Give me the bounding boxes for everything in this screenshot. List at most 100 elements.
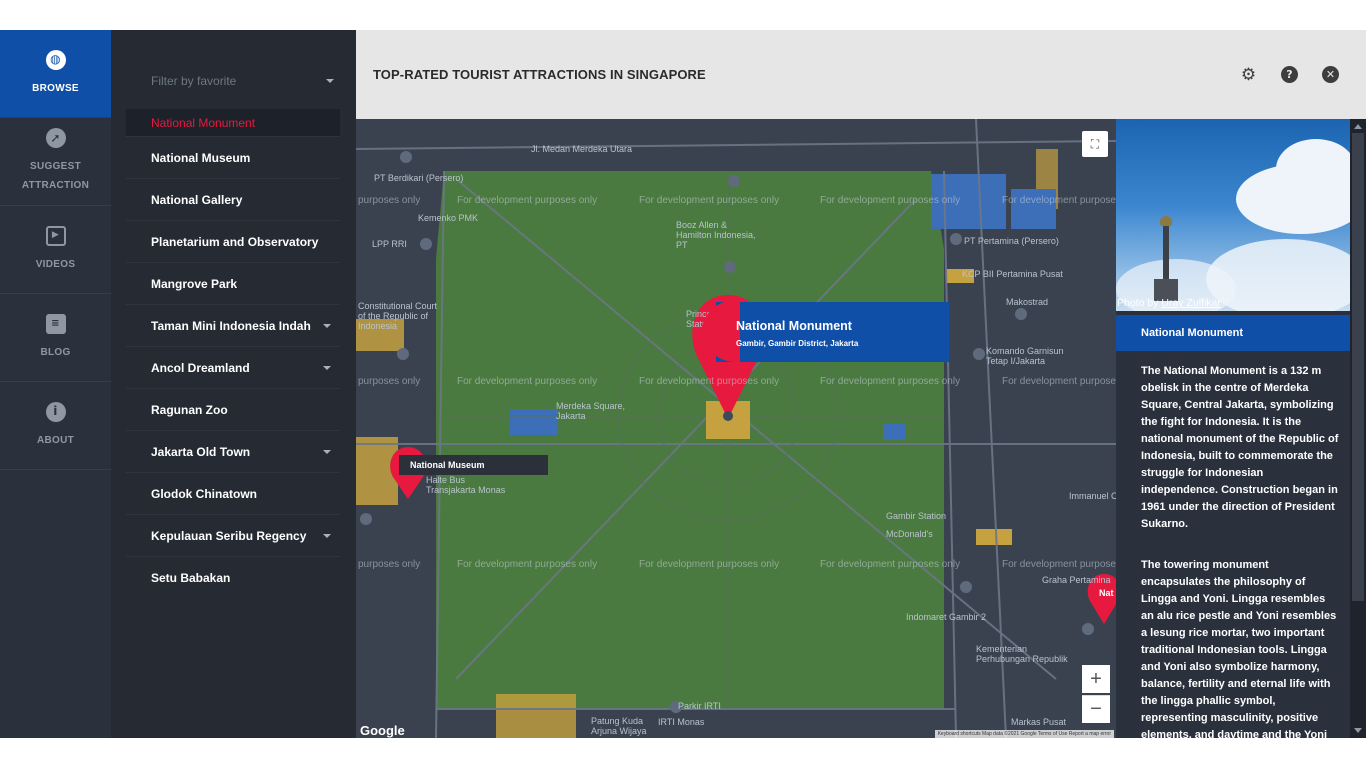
map-label: Constitutional Court of the Republic of … (358, 301, 438, 331)
gear-icon[interactable]: ⚙ (1240, 65, 1257, 85)
map-label: Immanuel C (1069, 491, 1116, 501)
map-watermark: For development purposes only (1002, 376, 1116, 387)
map-label: Halte Bus Transjakarta Monas (426, 475, 506, 495)
nav-suggest-label: SUGGEST ATTRACTION (21, 161, 90, 191)
detail-title: National Monument (1116, 315, 1350, 351)
map-label: Kemenko PMK (418, 213, 479, 223)
map-label: Merdeka Square, Jakarta (556, 401, 626, 421)
google-logo: Google (360, 723, 405, 738)
map-label: LPP RRI (372, 239, 407, 249)
nav-browse[interactable]: ◍ BROWSE (0, 30, 111, 118)
zoom-out-button[interactable]: − (1082, 695, 1110, 723)
list-item-label: Planetarium and Observatory (151, 234, 319, 249)
info-icon: i (45, 401, 66, 422)
map-watermark: purposes only (358, 195, 421, 206)
comment-icon: ≡ (45, 313, 66, 334)
nav-about-label: ABOUT (36, 434, 75, 446)
list-item-label: National Museum (151, 150, 251, 165)
list-item-planetarium[interactable]: Planetarium and Observatory (126, 221, 340, 263)
detail-paragraph-2: The towering monument encapsulates the p… (1141, 559, 1337, 738)
filter-placeholder: Filter by favorite (151, 74, 237, 88)
list-item-national-museum[interactable]: National Museum (126, 137, 340, 179)
list-item-label: Ancol Dreamland (151, 360, 250, 375)
photo-credit-prefix: Photo by (1117, 297, 1162, 309)
scroll-down-icon[interactable] (1354, 728, 1362, 733)
chevron-down-icon (326, 79, 334, 83)
list-item-setu-babakan[interactable]: Setu Babakan (126, 557, 340, 599)
list-item-mangrove-park[interactable]: Mangrove Park (126, 263, 340, 305)
list-item-label: Glodok Chinatown (151, 486, 257, 501)
nav-suggest-attraction[interactable]: ➚ SUGGEST ATTRACTION (0, 118, 111, 206)
scroll-thumb[interactable] (1352, 133, 1364, 601)
photo-credit-link[interactable]: Uray Zulfikar (1161, 297, 1221, 309)
map-label: Makostrad (1006, 297, 1049, 307)
list-item-label: Ragunan Zoo (151, 402, 228, 417)
map-label: Komando Garnisun Tetap I/Jakarta (986, 346, 1064, 366)
list-item-label: Mangrove Park (151, 276, 238, 291)
map-watermark: For development purposes only (457, 376, 598, 387)
detail-paragraph-1: The National Monument is a 132 m obelisk… (1141, 365, 1339, 530)
map-label: IRTI Monas (658, 717, 705, 727)
filter-dropdown[interactable]: Filter by favorite (111, 30, 356, 108)
list-item-glodok-chinatown[interactable]: Glodok Chinatown (126, 473, 340, 515)
photo-credit: Photo by Uray Zulfikar (1116, 297, 1221, 313)
map-watermark: For development purposes only (820, 376, 961, 387)
chevron-down-icon[interactable] (323, 449, 331, 454)
chevron-down-icon[interactable] (323, 533, 331, 538)
map-marker-label-edge[interactable]: Nat (1099, 588, 1114, 598)
list-item-label: Taman Mini Indonesia Indah (151, 318, 311, 333)
popup-title: National Monument (736, 319, 852, 333)
map-label: Gambir Station (886, 511, 947, 521)
map-attribution[interactable]: Keyboard shortcuts Map data ©2021 Google… (934, 730, 1114, 738)
map-watermark: For development purposes only (820, 559, 961, 570)
chevron-down-icon[interactable] (323, 365, 331, 370)
map-label: Markas Pusat (1011, 717, 1067, 727)
map-label: McDonald's (886, 529, 933, 539)
map-label: KCP BII Pertamina Pusat (962, 269, 1063, 279)
list-item-label: National Gallery (151, 192, 243, 207)
nav-blog[interactable]: ≡ BLOG (0, 294, 111, 382)
map-watermark: For development purposes only (639, 376, 780, 387)
help-icon[interactable]: ? (1281, 66, 1298, 83)
popup-subtitle: Gambir, Gambir District, Jakarta (736, 339, 859, 348)
list-item-taman-mini[interactable]: Taman Mini Indonesia Indah (126, 305, 340, 347)
chevron-down-icon[interactable] (323, 323, 331, 328)
attractions-list: Filter by favorite National Monument Nat… (111, 30, 356, 738)
map-label: Jl. Medan Merdeka Utara (531, 144, 633, 154)
map-watermark: For development purposes only (1002, 195, 1116, 206)
map-label: Graha Pertamina (1042, 575, 1111, 585)
list-item-national-gallery[interactable]: National Gallery (126, 179, 340, 221)
list-item-ancol-dreamland[interactable]: Ancol Dreamland (126, 347, 340, 389)
zoom-in-button[interactable]: + (1082, 665, 1110, 693)
fullscreen-button[interactable]: ⛶ (1082, 131, 1108, 157)
detail-scrollbar[interactable] (1350, 119, 1366, 738)
list-item-jakarta-old-town[interactable]: Jakarta Old Town (126, 431, 340, 473)
list-item-kepulauan-seribu[interactable]: Kepulauan Seribu Regency (126, 515, 340, 557)
map-label: PT Berdikari (Persero) (374, 173, 464, 183)
map-watermark: For development purposes only (639, 559, 780, 570)
list-item-label: National Monument (151, 115, 256, 130)
nav-browse-label: BROWSE (32, 82, 79, 94)
map-label: Kementerian Perhubungan Republik (976, 644, 1068, 664)
map-view[interactable]: purposes only For development purposes o… (356, 119, 1116, 738)
list-item-label: Setu Babakan (151, 571, 231, 585)
page-header: TOP-RATED TOURIST ATTRACTIONS IN SINGAPO… (356, 30, 1366, 119)
scroll-up-icon[interactable] (1354, 124, 1362, 129)
nav-about[interactable]: i ABOUT (0, 382, 111, 470)
map-watermark: For development purposes only (820, 195, 961, 206)
monument-flame (1160, 216, 1172, 226)
close-icon[interactable]: ✕ (1322, 66, 1339, 83)
nav-blog-label: BLOG (40, 346, 71, 358)
list-item-national-monument[interactable]: National Monument (126, 109, 340, 137)
list-item-ragunan-zoo[interactable]: Ragunan Zoo (126, 389, 340, 431)
map-label: PT Pertamina (Persero) (964, 236, 1059, 246)
map-watermark: For development purposes only (1002, 559, 1116, 570)
nav-videos-label: VIDEOS (35, 258, 76, 270)
map-label: Patung Kuda Arjuna Wijaya (591, 716, 647, 736)
attraction-photo (1116, 119, 1350, 311)
map-watermark: For development purposes only (457, 559, 598, 570)
compass-icon: ➚ (45, 128, 66, 148)
map-marker-label-national-museum[interactable]: National Museum (399, 455, 548, 475)
nav-videos[interactable]: ▶ VIDEOS (0, 206, 111, 294)
map-info-popup[interactable]: National Monument Gambir, Gambir Distric… (702, 300, 949, 365)
